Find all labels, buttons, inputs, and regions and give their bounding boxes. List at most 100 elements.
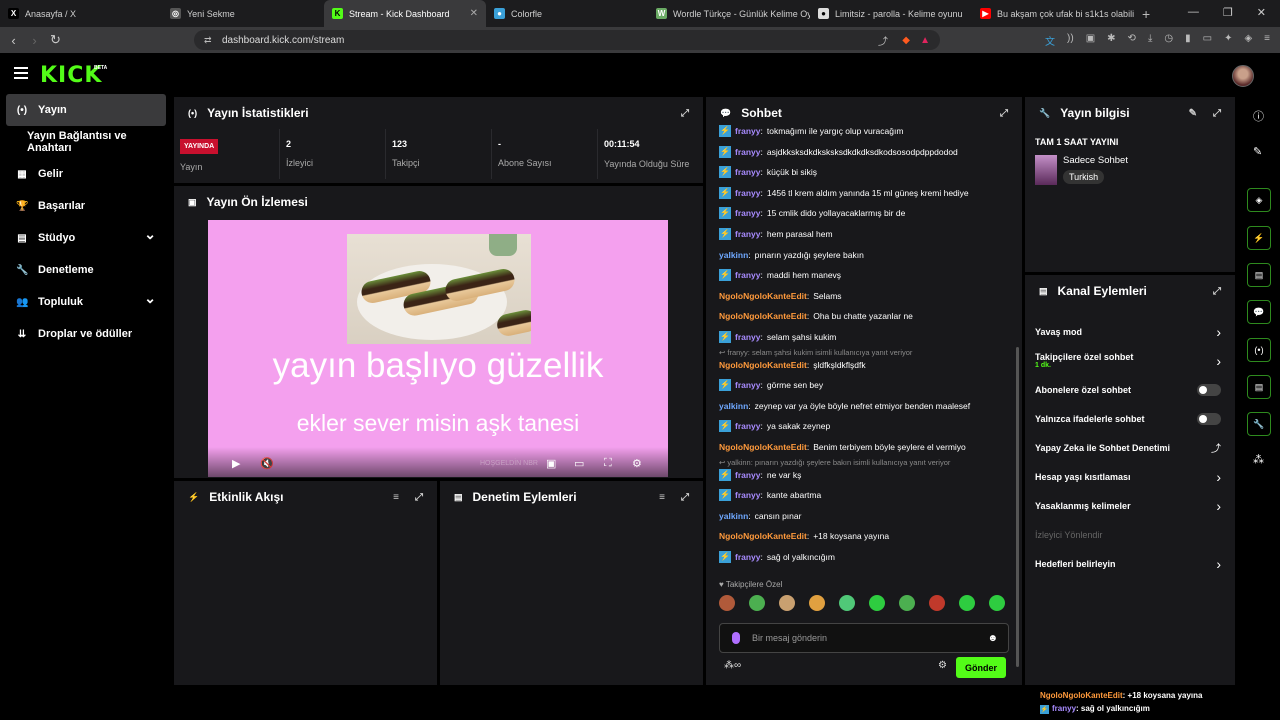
microphone-icon[interactable]	[732, 632, 740, 644]
edit-icon[interactable]: ✎	[1189, 108, 1197, 119]
chat-username[interactable]: yalkinn	[719, 400, 748, 412]
chat-username[interactable]: franyy	[735, 551, 761, 563]
chat-username[interactable]: franyy	[735, 207, 761, 219]
vpn-icon[interactable]: ◈	[1244, 33, 1252, 48]
translate-icon[interactable]: 文	[1045, 33, 1055, 48]
theater-icon[interactable]: ▭	[574, 457, 584, 470]
pencil-icon[interactable]: ✎	[1253, 145, 1262, 158]
chat-message[interactable]: NgoloNgoloKanteEdit: şldfkşldkflşdfk	[719, 359, 1024, 371]
chat-message[interactable]: ⚡ franyy: görme sen bey	[719, 379, 1024, 392]
pip-icon[interactable]: ▣	[546, 457, 556, 470]
chat-username[interactable]: yalkinn	[719, 249, 748, 261]
wallet-icon[interactable]: ▭	[1203, 33, 1212, 48]
sidebar-item[interactable]: ⇊ Droplar ve ödüller	[0, 318, 172, 350]
send-button[interactable]: Gönder	[956, 657, 1006, 678]
chat-username[interactable]: franyy	[735, 269, 761, 281]
toggle-switch[interactable]	[1197, 383, 1221, 396]
chat-username[interactable]: franyy	[735, 228, 761, 240]
fullscreen-icon[interactable]: ⛶	[604, 457, 612, 470]
channel-action-item[interactable]: Abonelere özel sohbet	[1025, 375, 1235, 404]
kick-points-icon[interactable]: ⁂	[1253, 453, 1264, 466]
rail-wrench-icon[interactable]: 🔧	[1247, 412, 1271, 436]
chevron-right-icon[interactable]: ›	[1216, 498, 1221, 514]
minimize-icon[interactable]: —	[1188, 6, 1199, 19]
chat-message[interactable]: NgoloNgoloKanteEdit: Selams	[719, 290, 1024, 302]
sidebar-item[interactable]: ▤ Stüdyo ⌄	[0, 222, 172, 254]
chat-username[interactable]: NgoloNgoloKanteEdit	[719, 530, 807, 542]
chat-username[interactable]: franyy	[735, 166, 761, 178]
emote-icon[interactable]	[839, 595, 855, 611]
play-icon[interactable]: ▶	[232, 457, 240, 470]
rail-moderation-icon[interactable]: ▤	[1247, 263, 1271, 287]
emote-icon[interactable]	[749, 595, 765, 611]
popout-icon[interactable]: ⤢	[1213, 286, 1221, 297]
chat-username[interactable]: NgoloNgoloKanteEdit	[719, 290, 807, 302]
chat-username[interactable]: franyy	[735, 489, 761, 501]
chat-message[interactable]: ⚡ franyy: kante abartma	[719, 489, 1024, 502]
emote-icon[interactable]	[719, 595, 735, 611]
chat-input[interactable]: Bir mesaj gönderin ☻	[719, 623, 1009, 653]
chat-username[interactable]: NgoloNgoloKanteEdit	[719, 441, 807, 453]
puzzle-icon[interactable]: ✱	[1107, 33, 1115, 48]
avatar[interactable]	[1232, 65, 1254, 87]
extension-icon[interactable]: ⟲	[1128, 33, 1136, 48]
chat-message[interactable]: NgoloNgoloKanteEdit: Oha bu chatte yazanl…	[719, 310, 1024, 322]
browser-tab[interactable]: W Wordle Türkçe - Günlük Kelime Oyunu	[648, 0, 810, 27]
reload-icon[interactable]: ↻	[45, 32, 66, 48]
chevron-right-icon[interactable]: ›	[1216, 469, 1221, 485]
toggle-switch[interactable]	[1197, 412, 1221, 425]
chat-username[interactable]: franyy	[735, 125, 761, 137]
popout-icon[interactable]: ⤢	[681, 108, 689, 119]
rail-stats-icon[interactable]: ◈	[1247, 188, 1271, 212]
filter-icon[interactable]: ≡	[659, 492, 665, 503]
browser-tab[interactable]: ◎ Yeni Sekme	[162, 0, 324, 27]
chat-username[interactable]: franyy	[735, 331, 761, 343]
chat-message[interactable]: ⚡ franyy: tokmağımı ile yargıç olup vuraca…	[719, 125, 1024, 137]
chat-message[interactable]: yalkinn: zeynep var ya öyle böyle nefret …	[719, 400, 1024, 412]
emote-icon[interactable]	[929, 595, 945, 611]
emote-icon[interactable]	[809, 595, 825, 611]
chevron-right-icon[interactable]: ›	[1216, 324, 1221, 340]
sidebar-item[interactable]: Yayın Bağlantısı ve Anahtarı	[0, 126, 172, 158]
maximize-icon[interactable]: ❐	[1223, 6, 1233, 19]
channel-action-item[interactable]: Hesap yaşı kısıtlaması ›	[1025, 462, 1235, 491]
rail-activity-icon[interactable]: ⚡	[1247, 226, 1271, 250]
url-field[interactable]: ⇄ dashboard.kick.com/stream ⤴ ◆ ▲	[194, 30, 940, 50]
new-tab-icon[interactable]: +	[1134, 6, 1158, 22]
chat-username[interactable]: yalkinn	[719, 510, 748, 522]
emote-icon[interactable]	[959, 595, 975, 611]
channel-action-item[interactable]: Yavaş mod ›	[1025, 317, 1235, 346]
channel-action-item[interactable]: Yalnızca ifadelerle sohbet	[1025, 404, 1235, 433]
extension-icon[interactable]: ▣	[1086, 33, 1095, 48]
rail-actions-icon[interactable]: ▤	[1247, 375, 1271, 399]
forward-icon[interactable]: ›	[24, 33, 45, 48]
chat-scrollbar[interactable]	[1016, 347, 1019, 667]
chevron-right-icon[interactable]: ›	[1216, 353, 1221, 369]
emote-icon[interactable]	[779, 595, 795, 611]
sidebar-item[interactable]: 🏆 Başarılar	[0, 190, 172, 222]
chat-message[interactable]: yalkinn: cansın pınar	[719, 510, 1024, 522]
browser-tab[interactable]: ● Colorfle	[486, 0, 648, 27]
chat-message[interactable]: ⚡ franyy:1456 tl krem aldım yanında 15 ml…	[719, 186, 1024, 199]
mute-icon[interactable]: 🔇	[260, 457, 274, 470]
browser-tab[interactable]: ● Limitsiz - parolla - Kelime oyunu	[810, 0, 972, 27]
chat-message[interactable]: ⚡ franyy: sağ ol yalkıncığım	[719, 550, 1024, 563]
leo-icon[interactable]: ✦	[1224, 33, 1232, 48]
brave-shield-icon[interactable]: ◆	[902, 35, 910, 46]
chat-username[interactable]: franyy	[735, 379, 761, 391]
info-icon[interactable]: ⓘ	[1253, 108, 1264, 124]
channel-action-item[interactable]: Yasaklanmış kelimeler ›	[1025, 491, 1235, 520]
stream-preview-player[interactable]: yayın başlıyo güzellik ekler sever misin…	[208, 220, 668, 477]
chat-settings-icon[interactable]: ⚙	[938, 660, 947, 671]
chat-message[interactable]: NgoloNgoloKanteEdit: +18 koysana yayına	[719, 530, 1024, 542]
rail-chat-icon[interactable]: 💬	[1247, 300, 1271, 324]
sidebar-item[interactable]: (•) Yayın	[6, 94, 166, 126]
chat-username[interactable]: franyy	[735, 469, 761, 481]
chat-username[interactable]: franyy	[735, 420, 761, 432]
download-icon[interactable]: ⤓	[1148, 33, 1152, 48]
popout-icon[interactable]: ⤢	[681, 492, 689, 503]
chat-message[interactable]: ⚡ franyy: ya sakak zeynep	[719, 420, 1024, 433]
chat-message[interactable]: NgoloNgoloKanteEdit: Benim terbiyem böyle…	[719, 441, 1024, 453]
emote-icon[interactable]	[989, 595, 1005, 611]
menu-icon[interactable]: ≡	[1264, 33, 1270, 48]
